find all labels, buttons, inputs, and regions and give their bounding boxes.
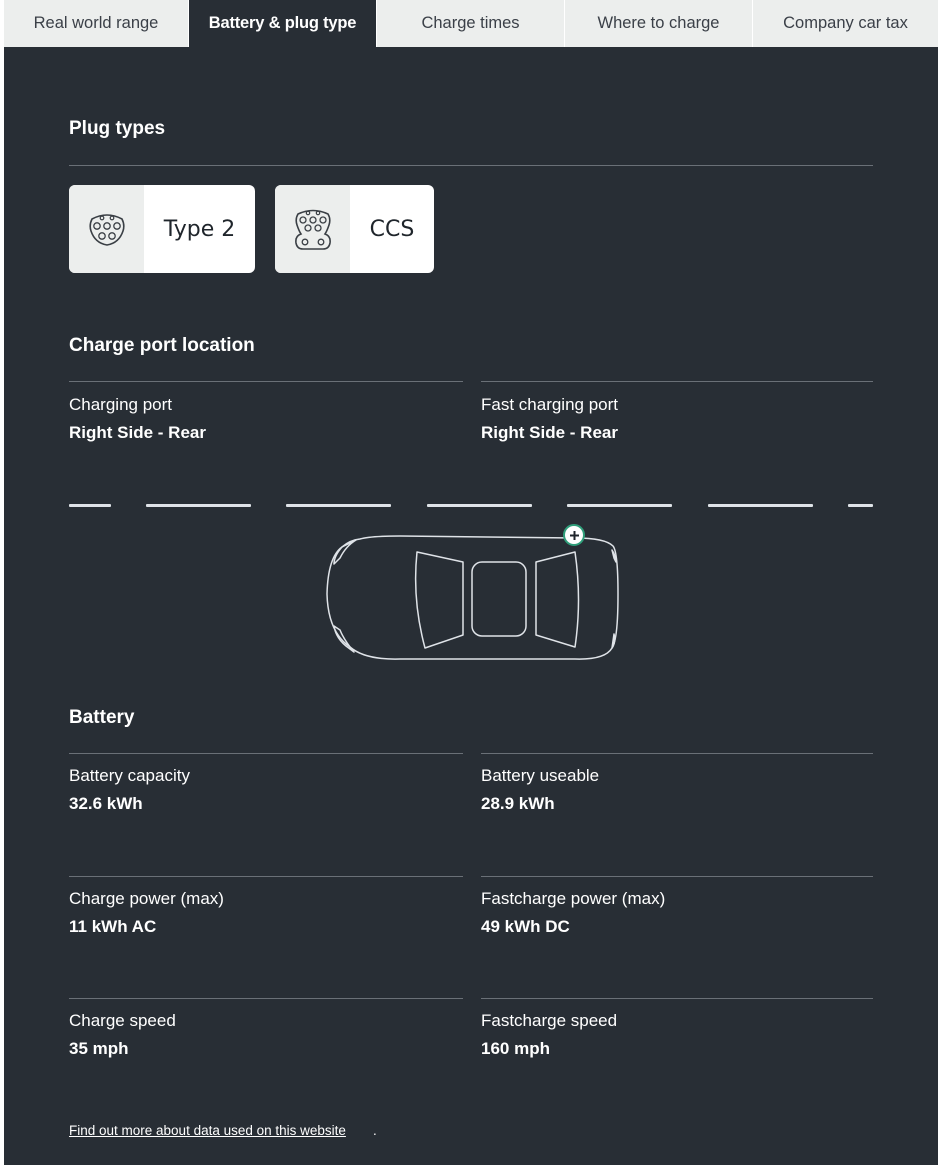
ccs-connector-icon: [294, 209, 331, 250]
battery-plug-panel: Plug types Type 2 CCS Charge port locati…: [4, 47, 938, 1165]
footer-punctuation: .: [373, 1123, 377, 1138]
charging-port-field: Charging port Right Side - Rear: [69, 394, 463, 444]
field-label: Battery useable: [481, 766, 600, 785]
field-value: 49 kWh DC: [481, 917, 570, 936]
field-value: 11 kWh AC: [69, 917, 157, 936]
tab-bar: Real world range Battery & plug type Cha…: [4, 0, 938, 47]
road-marking: [69, 504, 111, 507]
fastcharge-speed-field: Fastcharge speed 160 mph: [481, 1010, 875, 1060]
plug-label-ccs: CCS: [369, 216, 415, 242]
divider: [69, 998, 463, 999]
field-label: Battery capacity: [69, 766, 190, 785]
field-value: 160 mph: [481, 1039, 550, 1058]
divider: [481, 998, 873, 999]
field-value: 28.9 kWh: [481, 794, 555, 813]
divider: [69, 381, 463, 382]
charge-power-field: Charge power (max) 11 kWh AC: [69, 888, 463, 938]
battery-capacity-field: Battery capacity 32.6 kWh: [69, 765, 463, 815]
field-label: Charge power (max): [69, 889, 224, 908]
battery-heading: Battery: [69, 707, 135, 728]
charge-port-heading: Charge port location: [69, 335, 255, 356]
road-marking: [146, 504, 251, 507]
road-marking: [848, 504, 873, 507]
battery-useable-field: Battery useable 28.9 kWh: [481, 765, 875, 815]
field-value: 32.6 kWh: [69, 794, 143, 813]
tab-where-to-charge[interactable]: Where to charge: [565, 0, 753, 47]
plus-icon: [569, 530, 579, 540]
road-marking: [708, 504, 813, 507]
divider: [481, 876, 873, 877]
plug-types-heading: Plug types: [69, 118, 166, 139]
fastcharge-power-field: Fastcharge power (max) 49 kWh DC: [481, 888, 875, 938]
tab-company-car-tax[interactable]: Company car tax: [753, 0, 938, 47]
field-value: Right Side - Rear: [481, 423, 618, 442]
field-value: Right Side - Rear: [69, 423, 206, 442]
data-info-link[interactable]: Find out more about data used on this we…: [69, 1123, 346, 1138]
field-label: Charging port: [69, 395, 173, 414]
road-marking: [427, 504, 532, 507]
plug-card-type2[interactable]: Type 2: [69, 185, 255, 273]
field-value: 35 mph: [69, 1039, 129, 1058]
type2-connector-icon: [88, 214, 125, 246]
fast-charging-port-field: Fast charging port Right Side - Rear: [481, 394, 875, 444]
divider: [69, 165, 873, 166]
plug-card-ccs[interactable]: CCS: [275, 185, 434, 273]
divider: [481, 381, 873, 382]
road-marking: [286, 504, 391, 507]
field-label: Fastcharge speed: [481, 1011, 618, 1030]
tab-real-world-range[interactable]: Real world range: [4, 0, 189, 47]
plug-label-type2: Type 2: [163, 216, 236, 242]
road-marking: [567, 504, 672, 507]
field-label: Charge speed: [69, 1011, 176, 1030]
charge-speed-field: Charge speed 35 mph: [69, 1010, 463, 1060]
divider: [69, 753, 463, 754]
field-label: Fast charging port: [481, 395, 619, 414]
field-label: Fastcharge power (max): [481, 889, 666, 908]
divider: [69, 876, 463, 877]
tab-charge-times[interactable]: Charge times: [377, 0, 565, 47]
divider: [481, 753, 873, 754]
tab-battery-plug-type[interactable]: Battery & plug type: [189, 0, 377, 47]
charge-port-marker[interactable]: [563, 524, 585, 546]
